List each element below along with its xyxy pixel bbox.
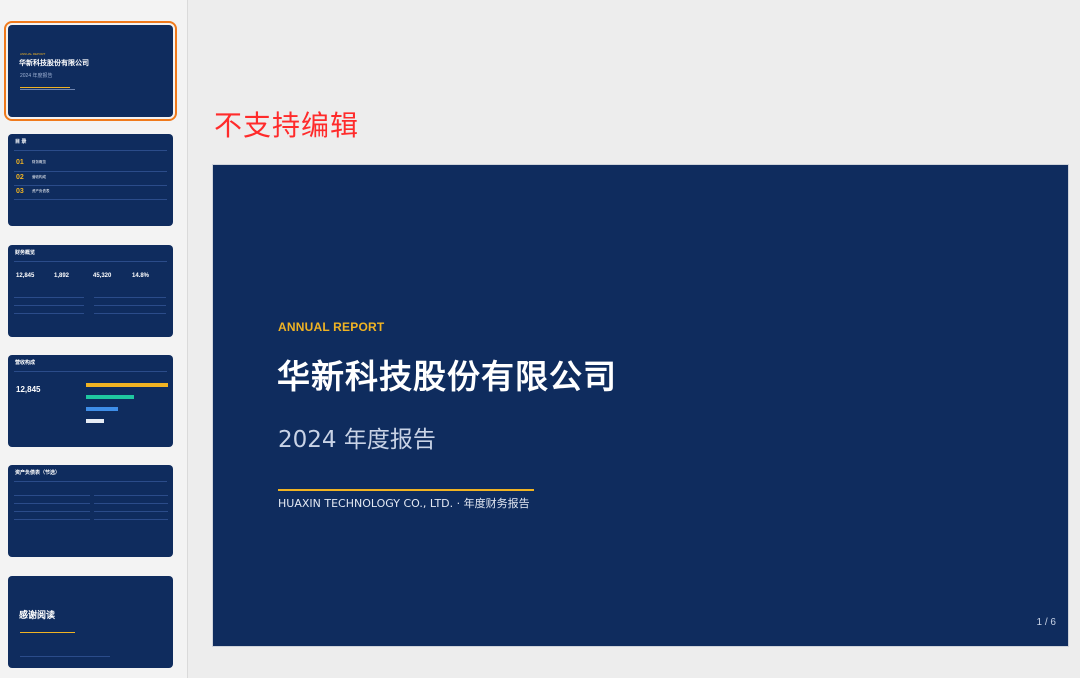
slide-page-indicator: 1 / 6 xyxy=(1036,617,1056,628)
thumb-table-line xyxy=(94,495,168,496)
thumb-toc-label-2: 营收构成 xyxy=(32,175,46,179)
thumb-title: 财务概览 xyxy=(15,250,36,256)
thumb-rule xyxy=(20,632,75,633)
thumb-toc-num-2: 02 xyxy=(16,174,24,181)
thumb-table-line xyxy=(14,511,90,512)
slide-english-line: HUAXIN TECHNOLOGY CO., LTD. · 年度财务报告 xyxy=(278,497,530,510)
thumb-value: 12,845 xyxy=(16,385,41,394)
thumb-table-line xyxy=(94,503,168,504)
slide-subtitle: 2024 年度报告 xyxy=(278,427,436,453)
thumb-title: 目 录 xyxy=(15,139,27,145)
thumb-toc-label-3: 资产负债表 xyxy=(32,189,50,193)
thumb-bar-2 xyxy=(86,395,134,399)
thumb-table-line xyxy=(94,511,168,512)
thumb-kpi-4: 14.8% xyxy=(132,273,150,279)
thumb-divider xyxy=(14,481,167,482)
thumb-table-line xyxy=(94,519,168,520)
thumb-divider xyxy=(14,199,167,200)
not-editable-notice: 不支持编辑 xyxy=(214,109,360,142)
thumb-bar-4 xyxy=(86,419,104,423)
thumb-title: 感谢阅读 xyxy=(19,610,56,620)
slide-thumbnail-6[interactable]: 感谢阅读 xyxy=(8,576,173,668)
thumb-kpi-2: 1,892 xyxy=(54,273,70,279)
thumb-divider xyxy=(14,261,167,262)
thumb-line xyxy=(20,656,110,657)
slide-thumbnail-panel: ANNUAL REPORT 华新科技股份有限公司 2024 年度报告 目 录 0… xyxy=(0,0,188,678)
thumb-bar-3 xyxy=(86,407,118,411)
thumb-table-line xyxy=(14,305,84,306)
slide-thumbnail-4[interactable]: 营收构成 12,845 xyxy=(8,355,173,447)
thumb-title: 资产负债表（节选） xyxy=(15,470,61,476)
slide-accent-rule xyxy=(278,489,534,491)
thumb-table-line xyxy=(14,519,90,520)
slide-company-title: 华新科技股份有限公司 xyxy=(277,357,617,396)
thumb-company: 华新科技股份有限公司 xyxy=(19,60,89,67)
slide-canvas: ANNUAL REPORT 华新科技股份有限公司 2024 年度报告 HUAXI… xyxy=(213,165,1068,646)
thumb-table-line xyxy=(94,297,166,298)
thumb-divider xyxy=(14,150,167,151)
thumb-kpi-3: 45,320 xyxy=(93,273,112,279)
thumb-rule xyxy=(20,87,70,88)
thumb-divider xyxy=(14,371,167,372)
thumb-subtitle: 2024 年度报告 xyxy=(20,73,53,79)
thumb-table-line xyxy=(14,297,84,298)
thumb-toc-label-1: 财务概览 xyxy=(32,160,46,164)
thumb-kpi-1: 12,845 xyxy=(16,273,35,279)
slide-thumbnail-5[interactable]: 资产负债表（节选） xyxy=(8,465,173,557)
thumb-table-line xyxy=(94,313,166,314)
thumb-table-line xyxy=(14,313,84,314)
thumb-divider xyxy=(14,171,167,172)
thumb-table-line xyxy=(94,305,166,306)
thumb-line xyxy=(20,89,75,90)
thumb-toc-num-3: 03 xyxy=(16,188,24,195)
thumb-bar-1 xyxy=(86,383,168,387)
thumb-divider xyxy=(14,185,167,186)
thumb-table-line xyxy=(14,503,90,504)
slide-thumbnail-2[interactable]: 目 录 01 财务概览 02 营收构成 03 资产负债表 xyxy=(8,134,173,226)
slide-thumbnail-3[interactable]: 财务概览 12,845 1,892 45,320 14.8% xyxy=(8,245,173,337)
thumb-table-line xyxy=(14,495,90,496)
thumb-toc-num-1: 01 xyxy=(16,159,24,166)
thumb-title: 营收构成 xyxy=(15,360,36,366)
thumb-kicker: ANNUAL REPORT xyxy=(20,52,46,56)
slide-kicker: ANNUAL REPORT xyxy=(278,320,385,334)
slide-thumbnail-1[interactable]: ANNUAL REPORT 华新科技股份有限公司 2024 年度报告 xyxy=(4,21,177,121)
